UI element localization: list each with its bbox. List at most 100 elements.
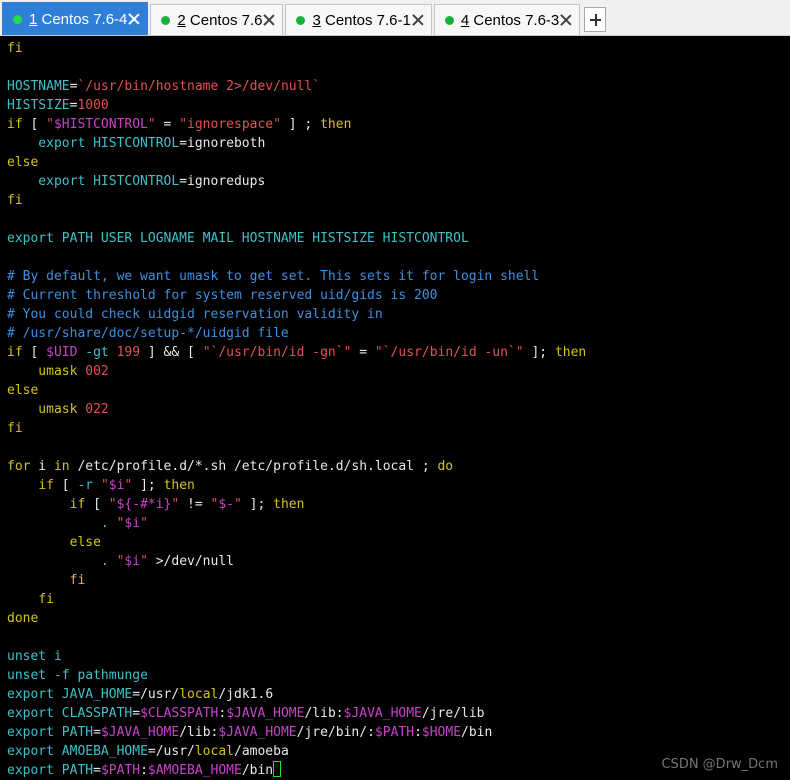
code-token: "	[108, 497, 117, 512]
terminal-line: . "$i" >/dev/null	[7, 552, 790, 571]
tab-centos-7-6-4[interactable]: 1 Centos 7.6-4	[2, 2, 149, 35]
new-tab-plus-icon[interactable]	[584, 7, 607, 32]
tab-centos-7-6-1[interactable]: 3 Centos 7.6-1	[285, 4, 432, 35]
code-token: =	[155, 117, 180, 132]
code-token: -gt	[77, 345, 117, 360]
terminal-line: export PATH=$JAVA_HOME/lib:$JAVA_HOME/jr…	[7, 723, 790, 742]
terminal-line: fi	[7, 191, 790, 210]
code-token: $JAVA_HOME	[226, 706, 305, 721]
code-token: fi	[69, 573, 86, 588]
terminal-line: fi	[7, 419, 790, 438]
code-token: $PATH	[374, 725, 415, 740]
code-token: [	[53, 478, 78, 493]
code-token: 002	[85, 364, 109, 379]
code-token: $HISTCONTROL	[53, 117, 148, 132]
code-token: $JAVA_HOME	[218, 725, 297, 740]
code-token: :	[218, 706, 227, 721]
code-token: .	[7, 516, 117, 531]
code-token: >/dev/null	[147, 554, 234, 569]
code-token: 1000	[77, 98, 109, 113]
code-token: /jre/lib	[421, 706, 485, 721]
code-token: export	[7, 763, 62, 778]
terminal-line: if [ "${-#*i}" != "$-" ]; then	[7, 495, 790, 514]
terminal-line: export CLASSPATH=$CLASSPATH:$JAVA_HOME/l…	[7, 704, 790, 723]
code-token: # /usr/share/doc/setup-*/uidgid file	[7, 326, 289, 341]
close-icon[interactable]	[411, 13, 425, 27]
terminal-line: if [ -r "$i" ]; then	[7, 476, 790, 495]
code-token: $CLASSPATH	[140, 706, 219, 721]
code-token: 199	[116, 345, 141, 360]
terminal-line: export HISTCONTROL=ignoreboth	[7, 134, 790, 153]
code-token: /lib:	[304, 706, 344, 721]
code-token: =/usr/	[147, 744, 195, 759]
code-token: /jdk1.6	[218, 687, 274, 702]
terminal-line: HOSTNAME=`/usr/bin/hostname 2>/dev/null`	[7, 77, 790, 96]
terminal-line: if [ "$HISTCONTROL" = "ignorespace" ] ; …	[7, 115, 790, 134]
code-token: "`/usr/bin/id -un`"	[374, 345, 524, 360]
code-token: # By default, we want umask to get set. …	[7, 269, 540, 284]
code-token: $UID	[46, 345, 78, 360]
code-token: do	[437, 459, 454, 474]
code-token: export	[7, 725, 62, 740]
code-token: fi	[38, 592, 54, 607]
code-token: ${-#*i}	[116, 497, 172, 512]
code-token: /bin	[241, 763, 274, 778]
code-token: =ignoredups	[179, 174, 266, 189]
tab-label: 2 Centos 7.6	[177, 11, 263, 29]
terminal-line: umask 002	[7, 362, 790, 381]
code-token: if	[7, 345, 23, 360]
tab-centos-7-6[interactable]: 2 Centos 7.6	[150, 4, 284, 35]
code-token: /bin	[461, 725, 493, 740]
code-token: 022	[85, 402, 109, 417]
code-token: if	[7, 117, 23, 132]
code-token: # You could check uidgid reservation val…	[7, 307, 383, 322]
code-token: /etc/profile.d/*.sh /etc/profile.d/sh.lo…	[69, 459, 438, 474]
terminal-screen[interactable]: fi HOSTNAME=`/usr/bin/hostname 2>/dev/nul…	[0, 36, 790, 780]
tab-label: 4 Centos 7.6-3	[460, 11, 560, 29]
code-token: then	[320, 117, 352, 132]
code-token: if	[38, 478, 54, 493]
code-token: $i	[124, 516, 141, 531]
close-icon[interactable]	[127, 12, 141, 26]
code-token: export	[7, 174, 94, 189]
tab-label: 1 Centos 7.6-4	[29, 10, 128, 28]
close-icon[interactable]	[262, 13, 276, 27]
code-token: # Current threshold for system reserved …	[7, 288, 438, 303]
code-token: AMOEBA_HOME	[61, 744, 148, 759]
code-token: ];	[523, 345, 555, 360]
connected-status-icon	[444, 15, 454, 25]
code-token: "	[140, 516, 148, 531]
code-token: -r	[77, 478, 101, 493]
tab-centos-7-6-3[interactable]: 4 Centos 7.6-3	[433, 4, 581, 35]
code-token: `/usr/bin/hostname 2>/dev/null`	[77, 79, 321, 94]
code-token: i	[30, 459, 54, 474]
terminal-line: # /usr/share/doc/setup-*/uidgid file	[7, 324, 790, 343]
code-token: for	[7, 459, 31, 474]
code-token: export PATH USER LOGNAME MAIL HOSTNAME H…	[7, 231, 469, 246]
code-token: :	[140, 763, 148, 778]
code-token: else	[69, 535, 101, 550]
code-token: in	[53, 459, 70, 474]
terminal-line: if [ $UID -gt 199 ] && [ "`/usr/bin/id -…	[7, 343, 790, 362]
terminal-line: unset i	[7, 647, 790, 666]
terminal-line: umask 022	[7, 400, 790, 419]
code-token: $i	[124, 554, 141, 569]
code-token: "ignorespace"	[179, 117, 281, 132]
code-token: $-	[218, 497, 235, 512]
tab-label: 3 Centos 7.6-1	[312, 11, 411, 29]
terminal-line: HISTSIZE=1000	[7, 96, 790, 115]
code-token: else	[7, 383, 39, 398]
terminal-line: # By default, we want umask to get set. …	[7, 267, 790, 286]
close-icon[interactable]	[559, 13, 573, 27]
code-token: ];	[132, 478, 164, 493]
code-token: unset i	[7, 649, 62, 664]
code-token: export	[7, 687, 62, 702]
terminal-line: else	[7, 533, 790, 552]
terminal-line: else	[7, 381, 790, 400]
code-token: $AMOEBA_HOME	[147, 763, 242, 778]
